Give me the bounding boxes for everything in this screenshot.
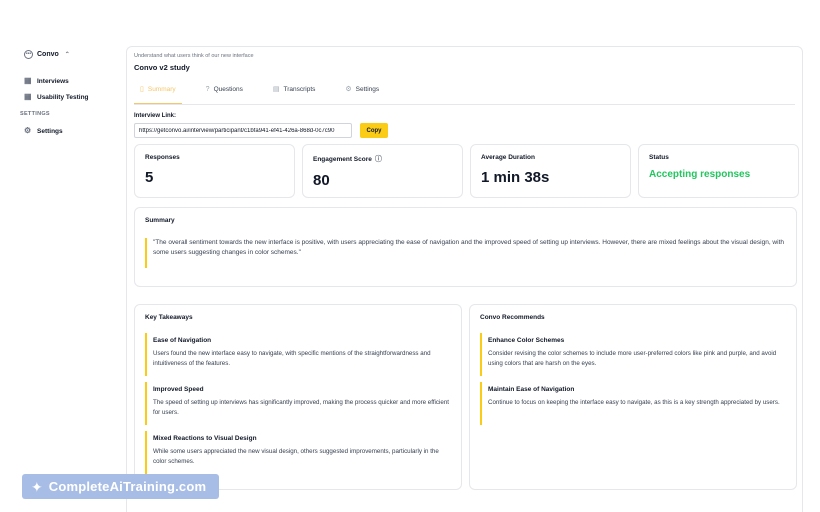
interview-link-label: Interview Link: bbox=[134, 113, 177, 119]
grid-icon: ▦ bbox=[24, 92, 32, 101]
workspace-name: Convo bbox=[37, 51, 59, 58]
tab-label: Questions bbox=[213, 86, 243, 93]
stats-row: Responses 5 Engagement Score ⓘ 80 Averag… bbox=[134, 144, 799, 198]
sidebar-item-label: Interviews bbox=[37, 77, 69, 85]
convo-recommends-card: Convo Recommends Enhance Color Schemes C… bbox=[469, 304, 797, 490]
list-item: Ease of Navigation Users found the new i… bbox=[145, 333, 451, 376]
sparkle-icon: ✦ bbox=[31, 478, 43, 495]
item-title: Improved Speed bbox=[153, 386, 204, 393]
tab-label: Transcripts bbox=[283, 86, 316, 93]
tab-label: Summary bbox=[147, 86, 176, 93]
takeaways-list: Ease of Navigation Users found the new i… bbox=[145, 333, 451, 474]
stat-label-row: Engagement Score ⓘ bbox=[313, 154, 452, 164]
interview-link-input[interactable] bbox=[134, 123, 352, 138]
sidebar-section-label: SETTINGS bbox=[20, 111, 50, 117]
list-item: Improved Speed The speed of setting up i… bbox=[145, 382, 451, 425]
watermark-banner: ✦ CompleteAiTraining.com bbox=[22, 474, 219, 499]
stat-card-engagement: Engagement Score ⓘ 80 bbox=[302, 144, 463, 198]
question-icon: ? bbox=[205, 86, 210, 93]
stat-card-status: Status Accepting responses bbox=[638, 144, 799, 198]
key-takeaways-title: Key Takeaways bbox=[145, 314, 193, 321]
tab-transcripts[interactable]: ▤ Transcripts bbox=[267, 86, 322, 104]
list-item: Enhance Color Schemes Consider revising … bbox=[480, 333, 786, 376]
item-title: Ease of Navigation bbox=[153, 337, 212, 344]
gear-icon: ⚙ bbox=[24, 126, 32, 135]
item-title: Enhance Color Schemes bbox=[488, 337, 565, 344]
stat-label: Status bbox=[649, 154, 669, 161]
sidebar-item-label: Usability Testing bbox=[37, 93, 89, 101]
item-desc: Users found the new interface easy to na… bbox=[153, 350, 431, 367]
sidebar: ••• Convo ⌃ ▦ Interviews ▦ Usability Tes… bbox=[0, 0, 126, 512]
workspace-logo-icon: ••• bbox=[24, 50, 33, 59]
summary-title: Summary bbox=[145, 217, 175, 224]
sidebar-item-usability-testing[interactable]: ▦ Usability Testing bbox=[24, 89, 126, 105]
list-item: Mixed Reactions to Visual Design While s… bbox=[145, 431, 451, 474]
page-subtitle: Understand what users think of our new i… bbox=[134, 53, 254, 59]
stat-card-duration: Average Duration 1 min 38s bbox=[470, 144, 631, 198]
chevron-updown-icon: ⌃ bbox=[64, 52, 70, 58]
status-badge: Accepting responses bbox=[649, 169, 751, 180]
main-panel: Understand what users think of our new i… bbox=[126, 46, 803, 512]
document-icon: ▯ bbox=[140, 86, 144, 93]
copy-button[interactable]: Copy bbox=[360, 123, 388, 138]
list-item: Maintain Ease of Navigation Continue to … bbox=[480, 382, 786, 425]
tab-label: Settings bbox=[355, 86, 380, 93]
tab-settings[interactable]: ⚙ Settings bbox=[339, 86, 385, 104]
sidebar-item-interviews[interactable]: ▦ Interviews bbox=[24, 73, 126, 89]
gear-icon: ⚙ bbox=[345, 86, 352, 93]
convo-recommends-title: Convo Recommends bbox=[480, 314, 545, 321]
item-title: Maintain Ease of Navigation bbox=[488, 386, 575, 393]
item-desc: The speed of setting up interviews has s… bbox=[153, 399, 450, 416]
recommends-list: Enhance Color Schemes Consider revising … bbox=[480, 333, 786, 425]
page-title: Convo v2 study bbox=[134, 63, 190, 72]
stat-label: Engagement Score bbox=[313, 155, 372, 163]
sidebar-item-label: Settings bbox=[37, 127, 63, 135]
summary-card: Summary "The overall sentiment towards t… bbox=[134, 207, 797, 287]
stat-value: 1 min 38s bbox=[481, 169, 550, 186]
tab-summary[interactable]: ▯ Summary bbox=[134, 86, 182, 104]
item-desc: While some users appreciated the new vis… bbox=[153, 448, 439, 465]
item-desc: Continue to focus on keeping the interfa… bbox=[488, 399, 780, 406]
stat-label: Average Duration bbox=[481, 154, 535, 161]
stat-value: 80 bbox=[313, 172, 330, 189]
interview-link-row: Copy bbox=[134, 123, 795, 138]
stat-value: 5 bbox=[145, 169, 154, 186]
stat-label: Responses bbox=[145, 154, 180, 161]
watermark-text: CompleteAiTraining.com bbox=[48, 479, 207, 494]
workspace-switcher[interactable]: ••• Convo ⌃ bbox=[24, 50, 126, 59]
key-takeaways-card: Key Takeaways Ease of Navigation Users f… bbox=[134, 304, 462, 490]
summary-quote: "The overall sentiment towards the new i… bbox=[145, 238, 786, 268]
tab-questions[interactable]: ? Questions bbox=[200, 86, 249, 104]
tab-bar: ▯ Summary ? Questions ▤ Transcripts ⚙ Se… bbox=[134, 86, 795, 105]
item-desc: Consider revising the color schemes to i… bbox=[488, 350, 777, 367]
sidebar-item-settings[interactable]: ⚙ Settings bbox=[24, 123, 126, 139]
info-icon[interactable]: ⓘ bbox=[375, 154, 382, 164]
file-icon: ▤ bbox=[272, 86, 280, 93]
stat-card-responses: Responses 5 bbox=[134, 144, 295, 198]
grid-icon: ▦ bbox=[24, 76, 32, 85]
item-title: Mixed Reactions to Visual Design bbox=[153, 435, 257, 442]
